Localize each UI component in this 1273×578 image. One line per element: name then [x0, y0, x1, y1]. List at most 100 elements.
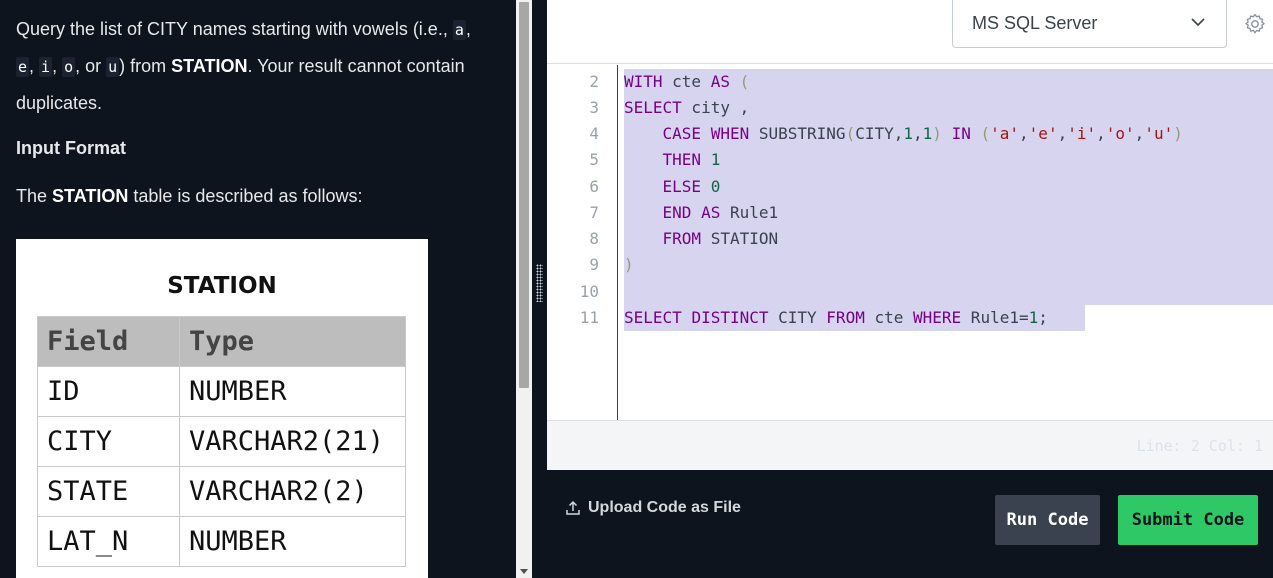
- language-select[interactable]: MS SQL Server: [952, 0, 1227, 48]
- line-number: 2: [589, 72, 599, 91]
- table-row: ID NUMBER: [37, 366, 406, 417]
- code-editor-panel: MS SQL Server 2 3 4 5 6 7 8 9 10 11 WITH…: [547, 0, 1273, 470]
- table-row: LAT_N NUMBER: [37, 516, 406, 567]
- station-schema-image: STATION Field Type ID NUMBER CITY VARCHA…: [16, 239, 428, 578]
- problem-text-part: , or: [75, 56, 107, 76]
- editor-toolbar: MS SQL Server: [547, 0, 1273, 64]
- line-number: 7: [589, 203, 599, 222]
- line-number-gutter: 2 3 4 5 6 7 8 9 10 11: [547, 65, 618, 420]
- problem-text-part: ) from: [119, 56, 172, 76]
- upload-code-button[interactable]: Upload Code as File: [565, 499, 741, 517]
- problem-panel: Query the list of CITY names starting wi…: [0, 0, 516, 578]
- inline-code-o: o: [62, 57, 76, 77]
- table-row: STATE VARCHAR2(2): [37, 466, 406, 517]
- table-intro: The STATION table is described as follow…: [16, 178, 362, 214]
- header-field: Field: [37, 316, 180, 367]
- sql-text: ,: [1096, 124, 1106, 143]
- input-format-heading: Input Format: [16, 138, 126, 158]
- sql-text: CITY,: [855, 124, 904, 143]
- sql-keyword: WHEN: [710, 124, 750, 143]
- line-number: 11: [579, 308, 599, 327]
- sql-number: 1: [710, 150, 721, 169]
- sql-string: 'i': [1067, 124, 1097, 143]
- drag-handle-icon[interactable]: [536, 264, 543, 302]
- sql-keyword: ELSE: [662, 177, 702, 196]
- settings-icon[interactable]: [1243, 12, 1267, 36]
- sql-text: SUBSTRING: [749, 124, 846, 143]
- field-cell: STATE: [37, 466, 180, 517]
- line-number: 6: [589, 177, 599, 196]
- line-number: 9: [589, 255, 599, 274]
- sql-string: 'a': [990, 124, 1020, 143]
- sql-keyword: IN: [951, 124, 971, 143]
- inline-code-a: a: [452, 20, 466, 40]
- problem-text-part: ,: [465, 19, 471, 39]
- field-cell: CITY: [37, 416, 180, 467]
- line-number: 8: [589, 229, 599, 248]
- language-select-value: MS SQL Server: [972, 13, 1098, 33]
- action-bar: Upload Code as File Run Code Submit Code: [547, 470, 1273, 578]
- upload-label: Upload Code as File: [588, 499, 741, 516]
- sql-bracket: ): [624, 255, 634, 274]
- problem-scrollbar[interactable]: [516, 0, 532, 578]
- submit-code-button[interactable]: Submit Code: [1118, 495, 1258, 545]
- line-number: 10: [579, 282, 599, 301]
- sql-text: city ,: [681, 98, 750, 117]
- sql-text: STATION: [701, 229, 779, 248]
- inline-code-e: e: [16, 57, 30, 77]
- code-line: WITH cte AS (: [624, 69, 749, 95]
- sql-number: 1: [903, 124, 914, 143]
- scrollbar-thumb[interactable]: [519, 2, 529, 388]
- problem-text-part: Query the list of CITY names starting wi…: [16, 19, 453, 39]
- table-name: STATION: [52, 186, 129, 206]
- station-schema-table: Field Type ID NUMBER CITY VARCHAR2(21) S…: [37, 316, 406, 567]
- chevron-down-icon: [1191, 18, 1205, 27]
- sql-string: 'u': [1144, 124, 1174, 143]
- upload-icon: [566, 500, 580, 515]
- field-cell: ID: [37, 366, 180, 417]
- type-cell: NUMBER: [179, 366, 406, 417]
- code-line: CASE WHEN SUBSTRING(CITY,1,1) IN ('a','e…: [624, 121, 1183, 147]
- sql-keyword: AS: [701, 203, 721, 222]
- run-code-button[interactable]: Run Code: [995, 495, 1100, 545]
- sql-text: ;: [1038, 308, 1048, 327]
- line-number: 3: [589, 98, 599, 117]
- editor-status-bar: Line: 2 Col: 1: [547, 420, 1273, 470]
- sql-bracket: (: [980, 124, 991, 143]
- line-number: 4: [589, 124, 599, 143]
- sql-keyword: WHERE: [913, 308, 962, 327]
- sql-text: ,: [1057, 124, 1068, 143]
- sql-keyword: CASE: [662, 124, 702, 143]
- sql-text: Rule1=: [961, 308, 1029, 327]
- code-line: SELECT DISTINCT CITY FROM cte WHERE Rule…: [624, 305, 1048, 331]
- sql-text: ,: [913, 124, 923, 143]
- type-cell: VARCHAR2(2): [179, 466, 406, 517]
- table-header-row: Field Type: [37, 316, 406, 367]
- sql-text: CITY: [768, 308, 827, 327]
- sql-keyword: FROM: [662, 229, 702, 248]
- problem-text-part: ,: [52, 56, 63, 76]
- sql-text: cte: [662, 72, 711, 91]
- sql-text: Rule1: [720, 203, 779, 222]
- sql-text: ,: [1019, 124, 1029, 143]
- sql-text: cte: [864, 308, 913, 327]
- sql-bracket: (: [845, 124, 856, 143]
- sql-bracket: (: [739, 72, 750, 91]
- code-editor[interactable]: 2 3 4 5 6 7 8 9 10 11 WITH cte AS ( SELEC…: [547, 65, 1273, 420]
- inline-code-u: u: [106, 57, 120, 77]
- inline-code-i: i: [39, 57, 53, 77]
- sql-keyword: SELECT: [624, 308, 682, 327]
- table-name: STATION: [171, 56, 248, 76]
- table-intro-part: table is described as follows:: [128, 186, 363, 206]
- sql-number: 1: [922, 124, 933, 143]
- table-row: CITY VARCHAR2(21): [37, 416, 406, 467]
- panel-splitter[interactable]: [532, 0, 547, 578]
- scroll-down-arrow-icon[interactable]: [520, 569, 528, 574]
